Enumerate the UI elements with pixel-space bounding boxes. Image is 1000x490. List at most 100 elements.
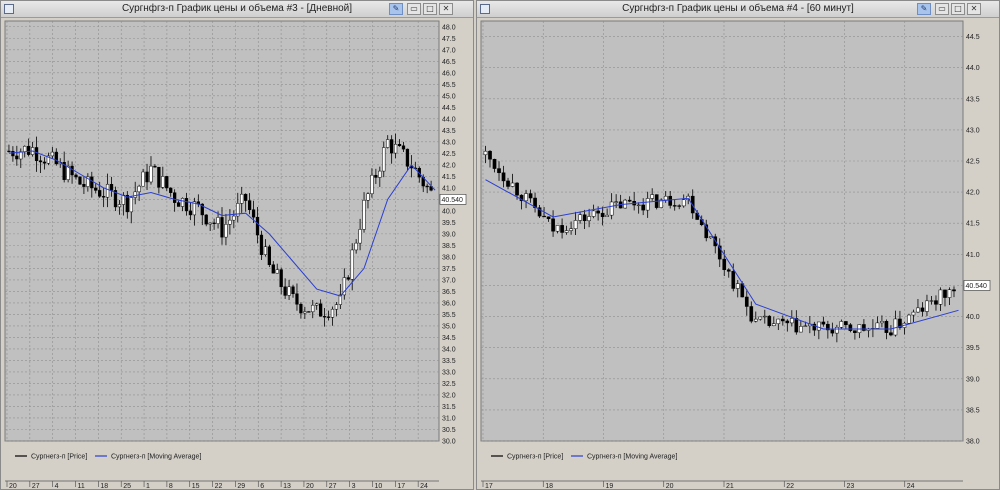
y-tick-label: 38.5: [966, 407, 980, 414]
y-tick-label: 44.5: [442, 105, 456, 112]
price-candle: [176, 202, 181, 207]
price-candle: [605, 214, 609, 217]
maximize-icon[interactable]: □: [951, 3, 965, 15]
price-candle: [925, 300, 929, 312]
price-candle: [145, 171, 149, 183]
y-tick-label: 32.0: [442, 392, 456, 399]
price-candle: [934, 300, 938, 305]
price-candle: [90, 176, 94, 189]
price-candle: [799, 326, 803, 333]
price-candle: [141, 171, 145, 187]
y-tick-label: 41.0: [966, 252, 980, 259]
price-candle: [153, 165, 157, 168]
y-tick-label: 41.5: [966, 221, 980, 228]
price-candle: [386, 139, 390, 148]
price-candle: [315, 303, 319, 306]
y-tick-label: 48.0: [442, 24, 456, 31]
x-tick-label: 25: [123, 483, 131, 489]
price-candle: [50, 151, 54, 157]
price-candle: [726, 269, 731, 272]
price-chart-daily: 48.0 47.5 47.0 46.5 46.0 45.5 45.0 44.5 44.0 43.5…: [4, 20, 467, 489]
x-tick-label: 6: [260, 483, 264, 489]
price-candle: [188, 210, 193, 216]
price-candle: [528, 193, 533, 199]
price-candle: [38, 160, 43, 163]
price-candle: [378, 170, 382, 178]
x-tick-label: 13: [283, 483, 291, 489]
price-candle: [322, 316, 327, 318]
y-tick-label: 38.5: [442, 243, 456, 250]
minimize-icon[interactable]: ▭: [407, 3, 421, 15]
price-candle: [275, 269, 279, 274]
price-candle: [204, 214, 208, 225]
x-tick-label: 20: [666, 483, 674, 489]
price-candle: [271, 264, 275, 274]
close-icon[interactable]: ✕: [967, 3, 981, 15]
price-candle: [11, 150, 15, 157]
price-candle: [483, 150, 488, 156]
price-candle: [744, 296, 749, 307]
price-chart-60min: 44.544.043.543.042.542.041.541.040.540.0…: [480, 20, 991, 489]
price-candle: [708, 236, 713, 239]
y-tick-label: 42.5: [966, 159, 980, 166]
price-candle: [803, 325, 808, 327]
price-candle: [776, 318, 781, 324]
price-candle: [15, 155, 19, 160]
y-tick-label: 44.0: [442, 116, 456, 123]
price-candle: [947, 289, 952, 298]
y-tick-label: 37.0: [442, 277, 456, 284]
chart-window-daily[interactable]: Сургнфгз-п График цены и объема #3 - [Дн…: [0, 0, 474, 490]
x-tick-label: 3: [352, 483, 356, 489]
price-candle: [137, 185, 141, 193]
price-candle: [722, 258, 727, 270]
pin-icon[interactable]: ✎: [917, 3, 931, 15]
price-candle: [105, 184, 110, 198]
price-candle: [173, 192, 177, 203]
price-candle: [830, 329, 835, 334]
price-candle: [753, 318, 758, 322]
price-candle: [149, 165, 153, 183]
y-tick-label: 43.5: [966, 96, 980, 103]
price-candle: [636, 204, 641, 207]
last-price-label: 40.540: [966, 283, 988, 290]
x-tick-label: 21: [726, 483, 734, 489]
price-candle: [681, 199, 686, 207]
y-tick-label: 32.5: [442, 381, 456, 388]
y-tick-label: 36.5: [442, 289, 456, 296]
pin-icon[interactable]: ✎: [389, 3, 403, 15]
price-candle: [291, 286, 295, 295]
price-candle: [627, 199, 632, 202]
maximize-icon[interactable]: □: [423, 3, 437, 15]
legend-price-label: Сургнегз-п [Price]: [507, 454, 563, 461]
price-candle: [161, 176, 165, 188]
y-tick-label: 40.0: [966, 314, 980, 321]
x-tick-label: 17: [397, 483, 405, 489]
chart-window-60min[interactable]: Сургнфгз-п График цены и объема #4 - [60…: [476, 0, 1000, 490]
price-candle: [7, 150, 11, 153]
x-tick-label: 29: [237, 483, 245, 489]
price-candle: [165, 176, 169, 189]
price-candle: [334, 304, 339, 310]
price-candle: [767, 315, 772, 326]
close-icon[interactable]: ✕: [439, 3, 453, 15]
title-bar[interactable]: Сургнфгз-п График цены и объема #3 - [Дн…: [1, 1, 473, 18]
y-tick-label: 31.5: [442, 404, 456, 411]
y-tick-label: 45.5: [442, 82, 456, 89]
y-tick-label: 31.0: [442, 415, 456, 422]
price-candle: [346, 277, 350, 280]
price-candle: [78, 176, 82, 185]
minimize-icon[interactable]: ▭: [935, 3, 949, 15]
x-tick-label: 1: [146, 483, 150, 489]
price-candle: [259, 234, 264, 255]
y-tick-label: 43.0: [966, 127, 980, 134]
x-tick-label: 24: [420, 483, 428, 489]
price-candle: [591, 210, 596, 217]
title-bar[interactable]: Сургнфгз-п График цены и объема #4 - [60…: [477, 1, 999, 18]
price-candle: [244, 193, 248, 201]
price-candle: [98, 190, 102, 197]
price-candle: [789, 318, 794, 324]
price-candle: [228, 219, 232, 225]
price-candle: [354, 242, 358, 251]
x-tick-label: 19: [606, 483, 614, 489]
price-candle: [299, 304, 303, 314]
